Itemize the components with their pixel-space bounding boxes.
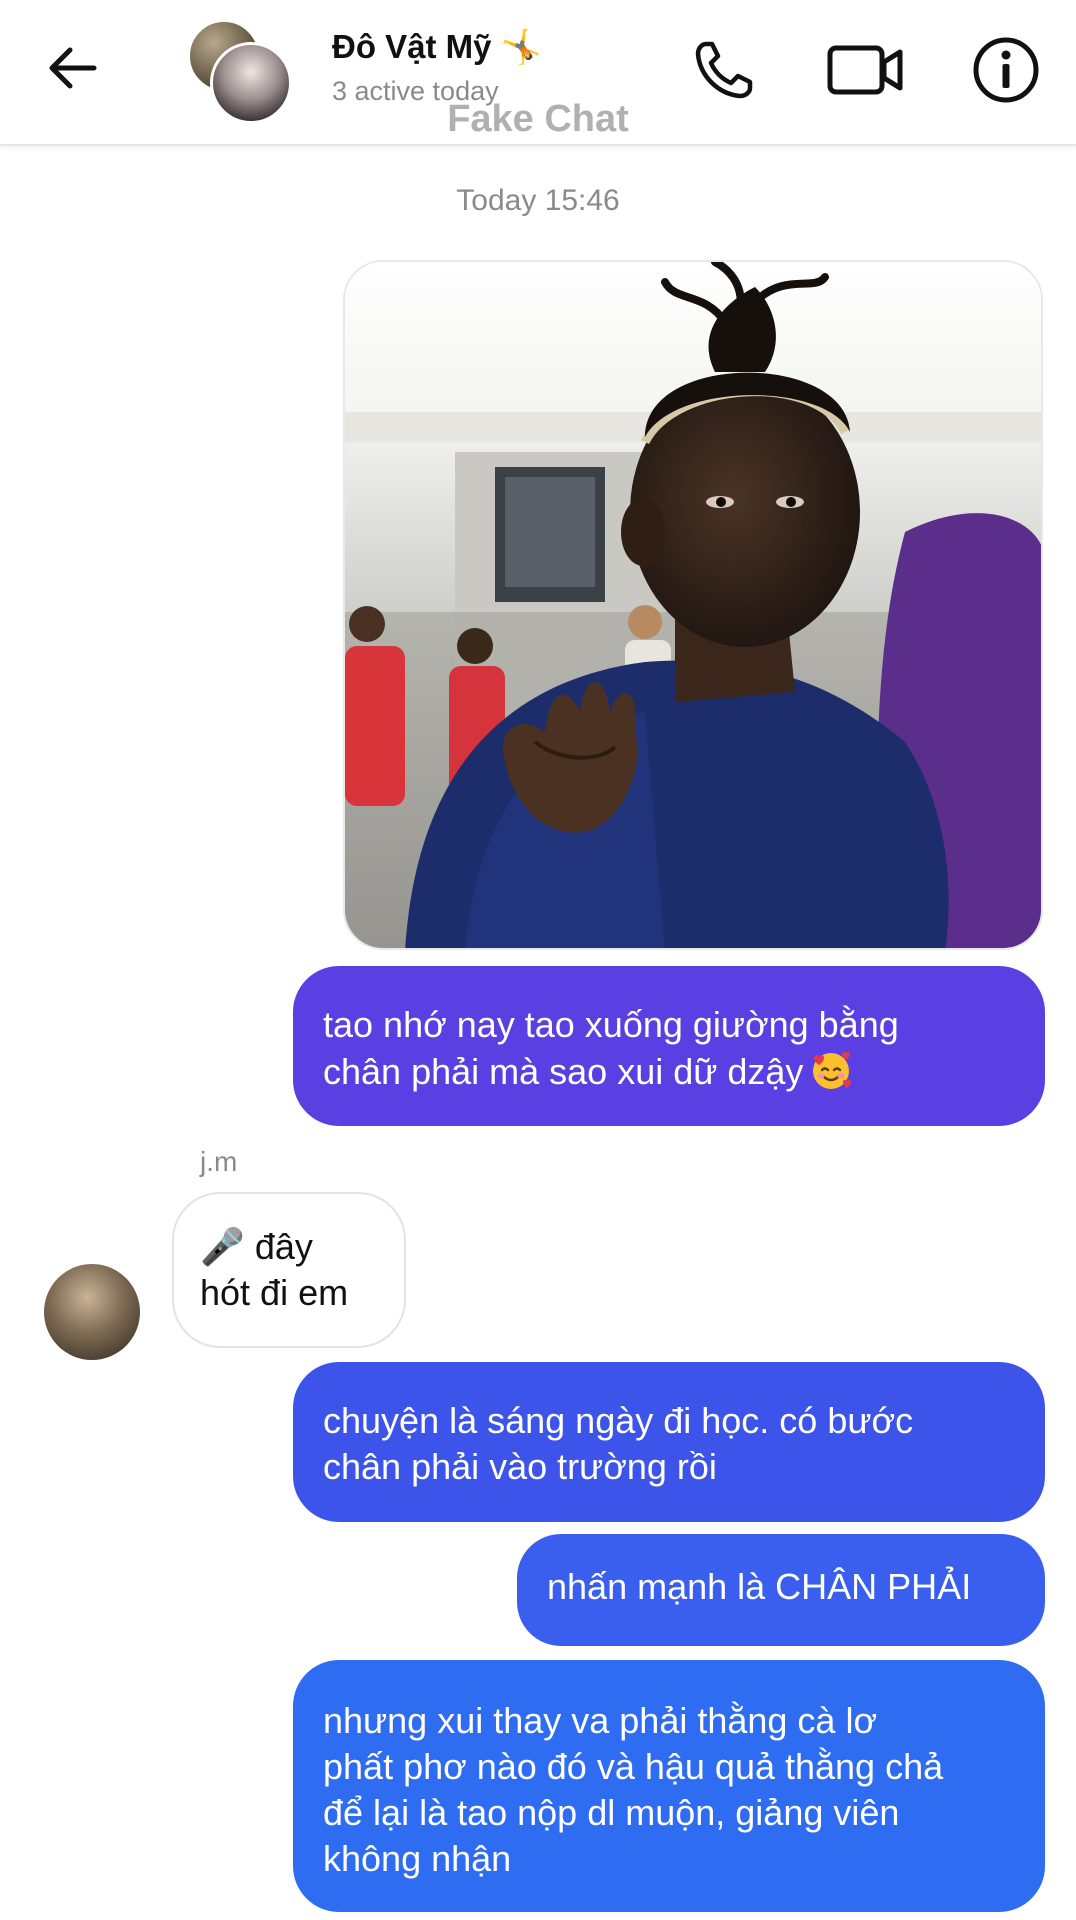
outgoing-message-bubble[interactable]: nhưng xui thay va phải thằng cà lơ phất … [293,1660,1045,1912]
message-timestamp: Today 15:46 [456,184,620,217]
back-arrow-icon[interactable] [40,36,104,100]
sender-avatar[interactable] [44,1264,140,1360]
chat-header: Đô Vật Mỹ 🤸 3 active today Fake Chat [0,0,1076,146]
meme-photo [345,262,1041,948]
sender-name: j.m [200,1146,238,1177]
message-text: chuyện là sáng ngày đi học. có bước [323,1400,914,1441]
outgoing-message-bubble[interactable]: tao nhớ nay tao xuống giường bằng chân p… [293,966,1045,1126]
message-text: nhấn mạnh là CHÂN PHẢI [547,1566,972,1607]
message-text: chân phải vào trường rồi [323,1446,717,1487]
info-icon[interactable] [966,30,1046,110]
message-text: phất phơ nào đó và hậu quả thằng chả [323,1746,944,1787]
message-text: tao nhớ nay tao xuống giường bằng [323,1004,899,1045]
message-text: 🎤 đây [200,1226,313,1267]
phone-icon[interactable] [684,30,764,110]
message-text: hót đi em [200,1272,349,1313]
outgoing-message-bubble[interactable]: chuyện là sáng ngày đi học. có bước chân… [293,1362,1045,1522]
message-text: chân phải mà sao xui dữ dzậy [323,1048,1015,1095]
message-text: không nhận [323,1838,512,1879]
video-camera-icon[interactable] [826,30,906,110]
outgoing-message-bubble[interactable]: nhấn mạnh là CHÂN PHẢI [517,1534,1045,1646]
watermark: Fake Chat [447,98,629,140]
smiling-face-with-hearts-emoji [813,1051,852,1089]
message-text-line: chân phải mà sao xui dữ dzậy [323,1051,804,1092]
incoming-message-bubble[interactable]: 🎤 đây hót đi em [172,1192,406,1348]
image-message[interactable] [343,260,1043,950]
contact-name[interactable]: Đô Vật Mỹ 🤸 [332,28,542,67]
message-text: để lại là tao nộp dl muộn, giảng viên [323,1792,900,1833]
message-text: nhưng xui thay va phải thằng cà lơ [323,1700,878,1741]
